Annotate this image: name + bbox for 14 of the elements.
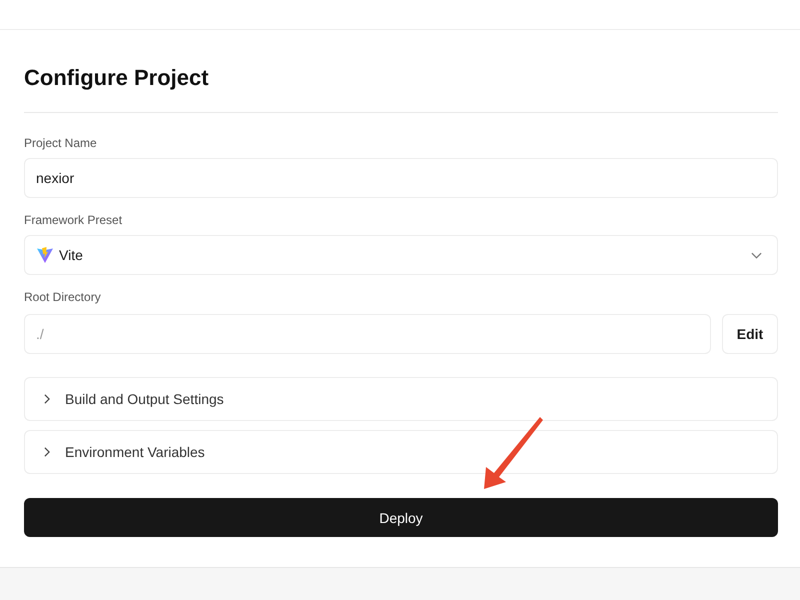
lightning-v-icon [37,247,53,263]
field-label: Project Name [24,135,98,151]
chevron-down-icon [751,252,762,258]
deploy-button[interactable]: Deploy [24,498,778,537]
page-title: Configure Project [24,64,210,92]
collapsible-section[interactable]: Build and Output Settings [24,377,778,421]
field-label: Framework Preset [24,212,124,228]
select-field[interactable]: Vite [24,235,778,275]
text-field[interactable]: ./ [24,314,711,354]
field-label: Root Directory [24,289,102,305]
collapsible-section[interactable]: Environment Variables [24,430,778,474]
annotation-arrow [484,417,543,489]
edit-button[interactable]: Edit [722,314,778,354]
text-field[interactable]: nexior [24,158,778,198]
